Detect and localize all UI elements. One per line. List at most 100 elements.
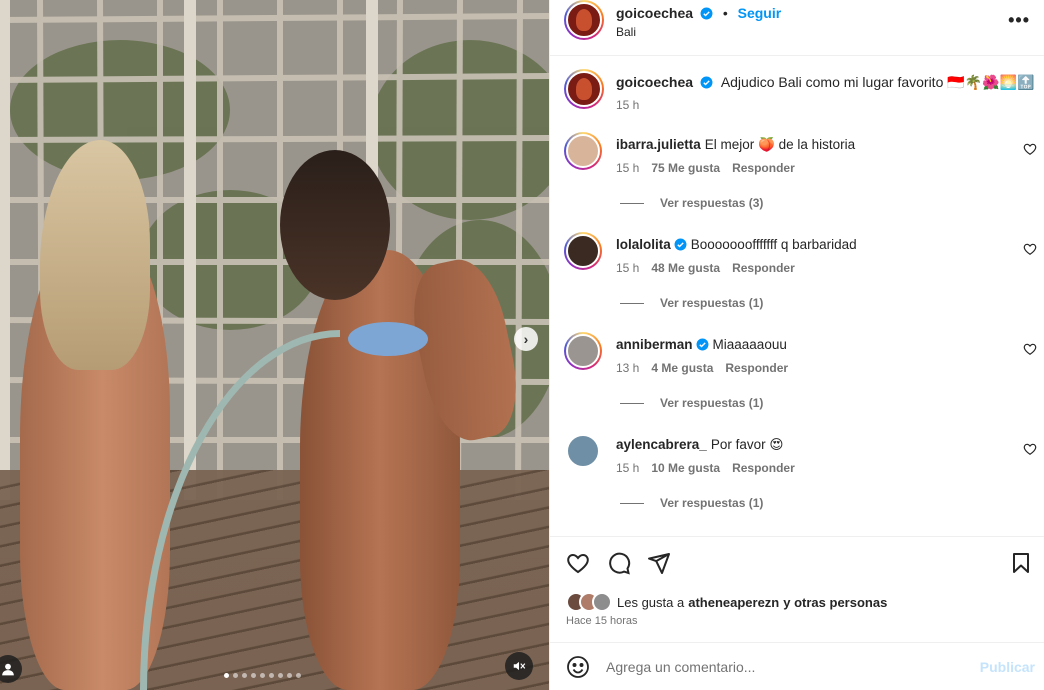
replies-divider	[620, 502, 644, 504]
replies-divider	[620, 402, 644, 404]
view-replies-label: Ver respuestas (3)	[660, 196, 764, 210]
comment-likes[interactable]: 48 Me gusta	[651, 261, 720, 275]
comment-text: Booooooofffffff q barbaridad	[690, 237, 857, 252]
carousel-dot	[269, 673, 274, 678]
user-icon	[2, 663, 14, 676]
comment-line: aylencabrera_ Por favor 😍	[616, 437, 783, 453]
carousel-dot	[287, 673, 292, 678]
comment-time[interactable]: 13 h	[616, 361, 639, 375]
comment-line: lolalolita Booooooofffffff q barbaridad	[616, 237, 857, 252]
likes-summary[interactable]: Les gusta a atheneaperezn y otras person…	[566, 592, 887, 612]
comment-meta: 15 h 48 Me gusta Responder	[616, 261, 795, 275]
emoji-icon[interactable]	[566, 655, 590, 679]
comment-time[interactable]: 15 h	[616, 261, 639, 275]
comment-line: anniberman Miaaaaaouu	[616, 337, 787, 352]
caption-text: Adjudico Bali como mi lugar favorito 🇮🇩🌴…	[720, 74, 1035, 90]
carousel-indicator	[224, 673, 301, 678]
caption-avatar[interactable]	[564, 69, 604, 109]
comments-list[interactable]: goicoechea Adjudico Bali como mi lugar f…	[550, 57, 1044, 535]
comment-line: ibarra.julietta El mejor 🍑 de la historia	[616, 137, 855, 153]
commenter-avatar[interactable]	[564, 232, 602, 270]
swimsuit	[348, 322, 428, 356]
mute-button[interactable]	[505, 652, 533, 680]
commenter-avatar[interactable]	[564, 332, 602, 370]
liker-avatar	[592, 592, 612, 612]
author-username[interactable]: goicoechea	[616, 5, 693, 21]
carousel-dot	[296, 673, 301, 678]
separator-dot: •	[722, 5, 728, 21]
verified-badge-icon	[696, 338, 708, 351]
commenter-username[interactable]: anniberman	[616, 337, 693, 352]
comment-icon[interactable]	[607, 551, 631, 575]
avatar	[566, 434, 600, 468]
next-slide-button[interactable]: ›	[514, 327, 538, 351]
author-avatar[interactable]	[564, 0, 604, 40]
comment-likes[interactable]: 10 Me gusta	[651, 461, 720, 475]
reply-button[interactable]: Responder	[725, 361, 788, 375]
speaker-muted-icon	[513, 661, 526, 671]
carousel-dot	[242, 673, 247, 678]
reply-button[interactable]: Responder	[732, 461, 795, 475]
reply-button[interactable]: Responder	[732, 261, 795, 275]
comment-heart-icon[interactable]	[1023, 442, 1037, 456]
comment-text: Por favor 😍	[710, 437, 784, 452]
view-replies-label: Ver respuestas (1)	[660, 296, 764, 310]
comment-time[interactable]: 15 h	[616, 461, 639, 475]
likes-user[interactable]: atheneaperezn	[688, 595, 779, 610]
likes-prefix: Les gusta a	[617, 594, 685, 610]
chevron-right-icon: ›	[523, 331, 529, 347]
post-caption: goicoechea Adjudico Bali como mi lugar f…	[550, 57, 1044, 127]
view-replies-label: Ver respuestas (1)	[660, 396, 764, 410]
comment-text: Miaaaaaouu	[712, 337, 787, 352]
carousel-dot	[233, 673, 238, 678]
replies-divider	[620, 202, 644, 204]
avatar	[566, 334, 600, 368]
comment-time[interactable]: 15 h	[616, 161, 639, 175]
commenter-username[interactable]: ibarra.julietta	[616, 137, 701, 152]
comment-item: anniberman Miaaaaaouu 13 h 4 Me gusta Respon…	[550, 332, 1044, 432]
bookmark-icon[interactable]	[1009, 551, 1033, 575]
view-replies-button[interactable]: Ver respuestas (1)	[620, 296, 763, 310]
commenter-username[interactable]: lolalolita	[616, 237, 671, 252]
verified-badge-icon	[700, 7, 713, 20]
post-media[interactable]: ›	[0, 0, 549, 690]
comment-heart-icon[interactable]	[1023, 142, 1037, 156]
comment-item: aylencabrera_ Por favor 😍 15 h 10 Me gusta R…	[550, 432, 1044, 532]
person-right-head	[280, 150, 390, 300]
commenter-avatar[interactable]	[564, 432, 602, 470]
post-location[interactable]: Bali	[616, 25, 636, 39]
caption-username[interactable]: goicoechea	[616, 74, 693, 90]
author-line: goicoechea • Seguir	[616, 5, 781, 21]
caption-timestamp: 15 h	[616, 98, 640, 112]
add-comment-bar: Publicar	[550, 642, 1044, 690]
comment-heart-icon[interactable]	[1023, 342, 1037, 356]
caption-line: goicoechea Adjudico Bali como mi lugar f…	[616, 74, 1034, 91]
share-icon[interactable]	[647, 551, 671, 575]
comment-item: ibarra.julietta El mejor 🍑 de la historia…	[550, 132, 1044, 232]
reply-button[interactable]: Responder	[732, 161, 795, 175]
avatar	[566, 234, 600, 268]
commenter-username[interactable]: aylencabrera_	[616, 437, 707, 452]
replies-divider	[620, 302, 644, 304]
comment-meta: 15 h 75 Me gusta Responder	[616, 161, 795, 175]
heart-icon[interactable]	[566, 551, 590, 575]
carousel-dot	[260, 673, 265, 678]
comment-likes[interactable]: 4 Me gusta	[651, 361, 713, 375]
view-replies-button[interactable]: Ver respuestas (1)	[620, 496, 763, 510]
comment-heart-icon[interactable]	[1023, 242, 1037, 256]
comment-meta: 15 h 10 Me gusta Responder	[616, 461, 795, 475]
comment-input[interactable]	[606, 657, 966, 677]
comment-likes[interactable]: 75 Me gusta	[651, 161, 720, 175]
post-sidebar: goicoechea • Seguir Bali ••• goicoechea …	[549, 0, 1044, 690]
verified-badge-icon	[674, 238, 687, 251]
liker-avatars	[566, 592, 612, 612]
publish-button[interactable]: Publicar	[980, 659, 1035, 675]
comment-meta: 13 h 4 Me gusta Responder	[616, 361, 788, 375]
commenter-avatar[interactable]	[564, 132, 602, 170]
avatar	[566, 134, 600, 168]
view-replies-button[interactable]: Ver respuestas (3)	[620, 196, 763, 210]
more-options-icon[interactable]: •••	[1008, 10, 1030, 31]
view-replies-button[interactable]: Ver respuestas (1)	[620, 396, 763, 410]
follow-button[interactable]: Seguir	[738, 5, 782, 21]
post-header: goicoechea • Seguir Bali •••	[550, 0, 1044, 56]
